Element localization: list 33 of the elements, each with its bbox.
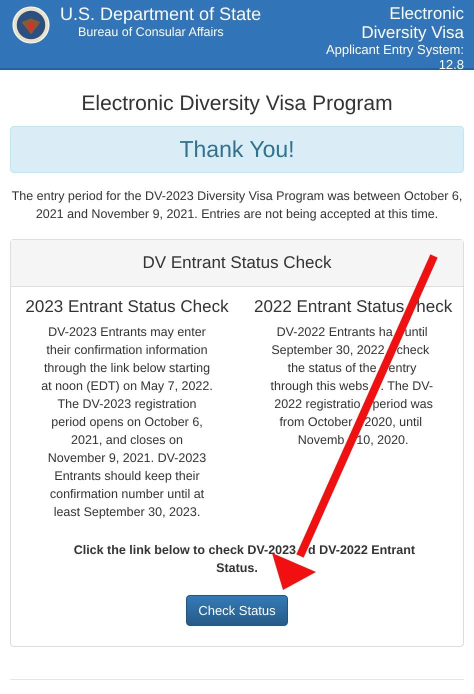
- instruction-text: Status.: [216, 561, 258, 575]
- column-text: from October: [279, 415, 352, 429]
- instruction-text: Click the link below to check DV-2023: [74, 543, 296, 557]
- card-title: DV Entrant Status Check: [11, 240, 463, 287]
- column-heading: heck: [416, 297, 452, 317]
- column-text: DV-2023 Entrants may enter their confirmation information through the link below starting at noon (EDT) on May 7, 2022. The DV-2023 registration period opens on October 6, 2021, and closes on November 9, 2021. DV-2023 Entrants should keep their confirmation number until at least September 30, 2023.: [41, 324, 213, 521]
- column-text: . The DV-: [380, 379, 434, 393]
- column-text: check: [396, 343, 430, 357]
- column-text: 2022 registratio: [274, 397, 360, 411]
- page-title: Electronic Diversity Visa Program: [80, 92, 394, 116]
- column-text: 10, 2020.: [356, 433, 408, 447]
- column-text: until: [404, 325, 428, 339]
- column-text: the status of the: [288, 361, 377, 375]
- column-text: DV-2022 Entrants ha: [276, 325, 393, 339]
- column-heading: 2023 Entrant Status Check: [24, 297, 230, 317]
- system-title: Diversity Visa: [360, 23, 464, 42]
- version-number: 12.8: [438, 57, 464, 72]
- system-subtitle: Applicant Entry System:: [326, 42, 464, 57]
- column-text: September 30, 2022: [271, 343, 385, 357]
- column-text: through this webs: [270, 379, 368, 393]
- column-text: period was: [372, 397, 433, 411]
- column-text: entry: [388, 361, 416, 375]
- instruction-text: d DV-2022 Entrant: [308, 543, 415, 557]
- bureau-name: Bureau of Consular Affairs: [78, 24, 225, 40]
- column-text: Novemb: [298, 433, 344, 447]
- seal-icon: [12, 6, 50, 44]
- agency-name: U.S. Department of State: [60, 4, 262, 24]
- column-text: 2020, until: [364, 415, 422, 429]
- system-title: Electronic: [388, 4, 464, 23]
- column-heading: 2022 Entrant Status: [254, 297, 404, 316]
- thank-you-banner: Thank You!: [10, 126, 464, 173]
- notice-text: The entry period for the DV-2023 Diversity Visa Program was between October 6, 2021 and November 9, 2021. Entries are not being accepted at this time.: [10, 188, 464, 223]
- check-status-button[interactable]: Check Status: [186, 595, 288, 626]
